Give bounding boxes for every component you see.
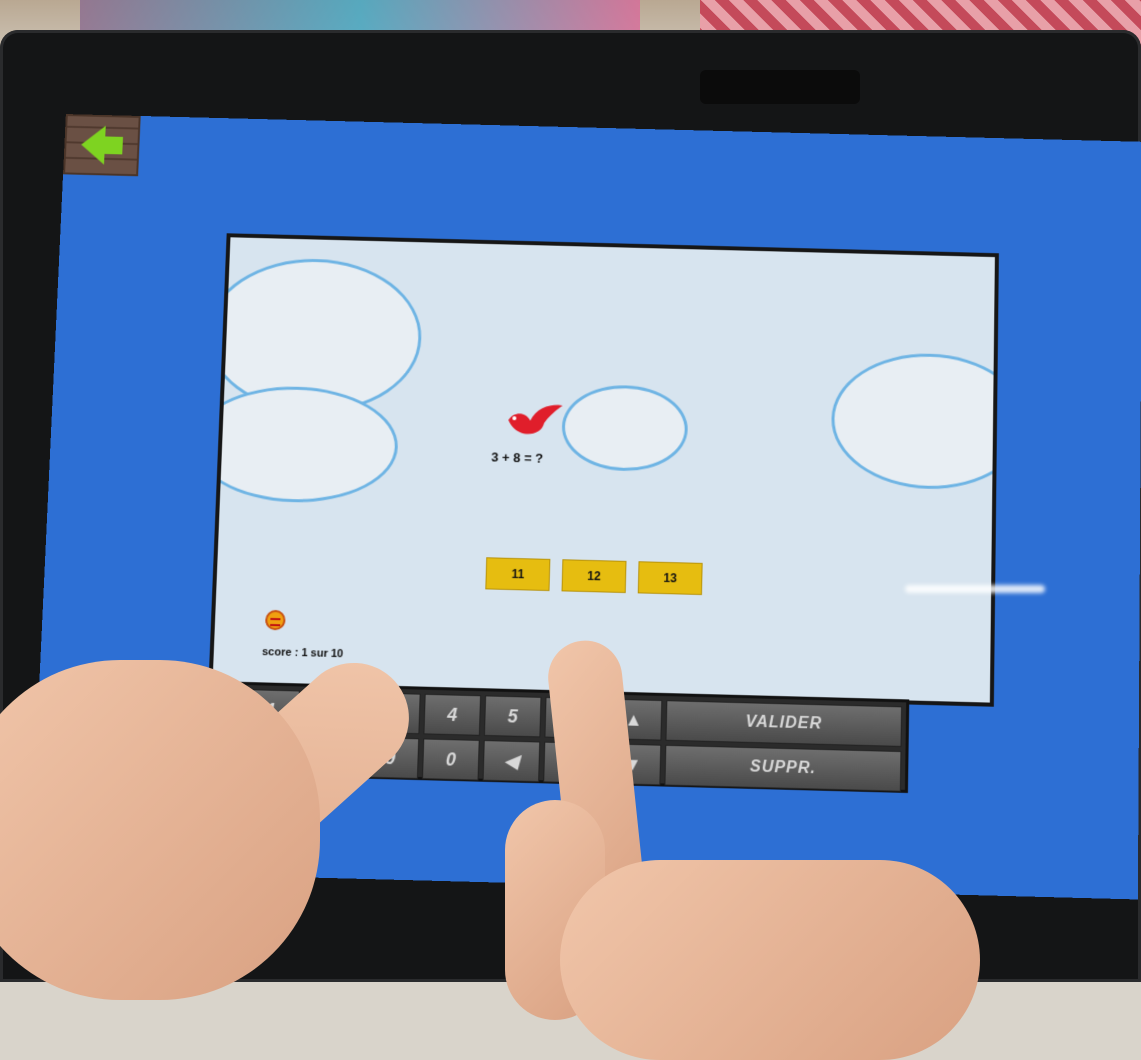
math-question: 3 + 8 = ? — [491, 449, 544, 466]
tablet-camera-bump — [700, 70, 860, 104]
game-area: 3 + 8 = ? 11 12 13 score : 1 sur 10 — [208, 233, 999, 707]
cloud — [830, 351, 999, 492]
screen-glare — [905, 585, 1045, 593]
ladybug-icon — [264, 609, 286, 631]
answer-button-12[interactable]: 12 — [561, 559, 627, 594]
cloud — [560, 383, 689, 473]
hand-right — [560, 860, 980, 1060]
red-bird-icon — [507, 403, 563, 435]
key-0[interactable]: 0 — [421, 738, 480, 781]
back-button[interactable] — [63, 114, 141, 177]
answer-button-11[interactable]: 11 — [485, 557, 551, 592]
green-arrow-left-icon — [80, 125, 106, 165]
key-4[interactable]: 4 — [423, 693, 482, 736]
key-5[interactable]: 5 — [483, 695, 542, 738]
delete-button[interactable]: SUPPR. — [664, 744, 902, 792]
score-display: score : 1 sur 10 — [261, 645, 344, 661]
key-left-arrow-icon[interactable]: ◀ — [482, 740, 541, 783]
validate-button[interactable]: VALIDER — [665, 700, 903, 747]
hand-left — [0, 660, 320, 1000]
answer-button-13[interactable]: 13 — [637, 561, 703, 596]
cloud — [208, 384, 400, 505]
